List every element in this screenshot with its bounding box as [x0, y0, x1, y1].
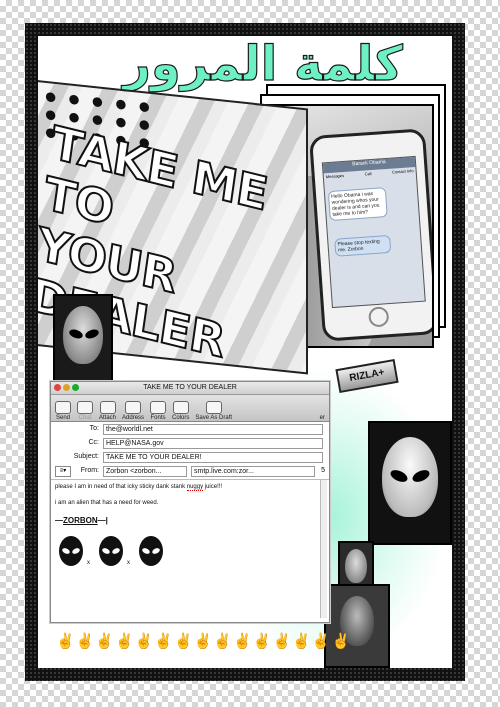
- poster-canvas: Barack Obama Messages Call Contact Info …: [38, 36, 452, 668]
- peace-sign-row: ✌✌✌✌✌✌✌✌✌✌✌✌✌✌✌: [56, 633, 352, 650]
- to-row: To: the@worldl.net: [51, 424, 329, 435]
- home-button[interactable]: [368, 306, 390, 328]
- messages-back-button[interactable]: Messages: [326, 173, 345, 179]
- colors-button[interactable]: Colors: [172, 401, 189, 421]
- times-mark-1: x: [87, 560, 90, 566]
- cc-row: Cc: HELP@NASA.gov: [51, 438, 329, 449]
- save-as-draft-button[interactable]: Save As Draft: [195, 401, 232, 421]
- alien-face-icon: [59, 536, 83, 566]
- send-button[interactable]: Send: [55, 401, 71, 421]
- subject-field[interactable]: TAKE ME TO YOUR DEALER!: [103, 452, 323, 463]
- misspelled-word: nuggy: [186, 484, 204, 491]
- char-count: 5: [321, 467, 325, 474]
- alien-face-icon: [99, 536, 123, 566]
- contact-info-button[interactable]: Contact Info: [392, 168, 414, 174]
- alien-mask-photo: [368, 421, 452, 545]
- zoom-button[interactable]: [72, 384, 79, 391]
- alien-photo-left: [53, 294, 113, 384]
- scrollbar[interactable]: [320, 480, 327, 618]
- body-line-1[interactable]: please I am in need of that icky sticky …: [55, 484, 222, 491]
- message-bubble-sent: Hello Obama i was wondering whos your de…: [327, 187, 388, 222]
- iphone: Barack Obama Messages Call Contact Info …: [308, 128, 432, 342]
- attach-button[interactable]: Attach: [99, 401, 116, 421]
- from-select[interactable]: Zorbon <zorbon...: [103, 466, 187, 477]
- close-button[interactable]: [54, 384, 61, 391]
- signature: —ZORBON—|: [55, 516, 108, 525]
- iphone-screen: Barack Obama Messages Call Contact Info …: [321, 155, 426, 309]
- title-bar: TAKE ME TO YOUR DEALER: [51, 382, 329, 395]
- alien-face-icon: [139, 536, 163, 566]
- cc-field[interactable]: HELP@NASA.gov: [103, 438, 323, 449]
- smtp-select[interactable]: smtp.live.com:zor...: [191, 466, 315, 477]
- toolbar: Send Chat Attach Address Fonts Colors Sa…: [51, 395, 329, 422]
- arabic-title: كلمة المرور: [123, 36, 403, 93]
- minimize-button[interactable]: [63, 384, 70, 391]
- alien-photo-bottom: [324, 584, 390, 668]
- toolbar-overflow[interactable]: er: [320, 415, 325, 421]
- mail-compose-window: TAKE ME TO YOUR DEALER Send Chat Attach …: [50, 381, 330, 623]
- window-title: TAKE ME TO YOUR DEALER: [143, 384, 237, 391]
- call-button[interactable]: Call: [364, 171, 371, 176]
- fonts-button[interactable]: Fonts: [150, 401, 167, 421]
- chat-button[interactable]: Chat: [77, 401, 93, 421]
- subject-row: Subject: TAKE ME TO YOUR DEALER!: [51, 452, 329, 463]
- to-field[interactable]: the@worldl.net: [103, 424, 323, 435]
- from-row: ≡▾ From: Zorbon <zorbon... smtp.live.com…: [51, 466, 329, 477]
- alien-faces: [59, 536, 163, 566]
- body-line-2[interactable]: i am an alien that has a need for weed.: [55, 500, 158, 506]
- times-mark-2: x: [127, 560, 130, 566]
- message-bubble-received: Please stop texting me. Zorbon: [334, 234, 392, 257]
- address-button[interactable]: Address: [122, 401, 144, 421]
